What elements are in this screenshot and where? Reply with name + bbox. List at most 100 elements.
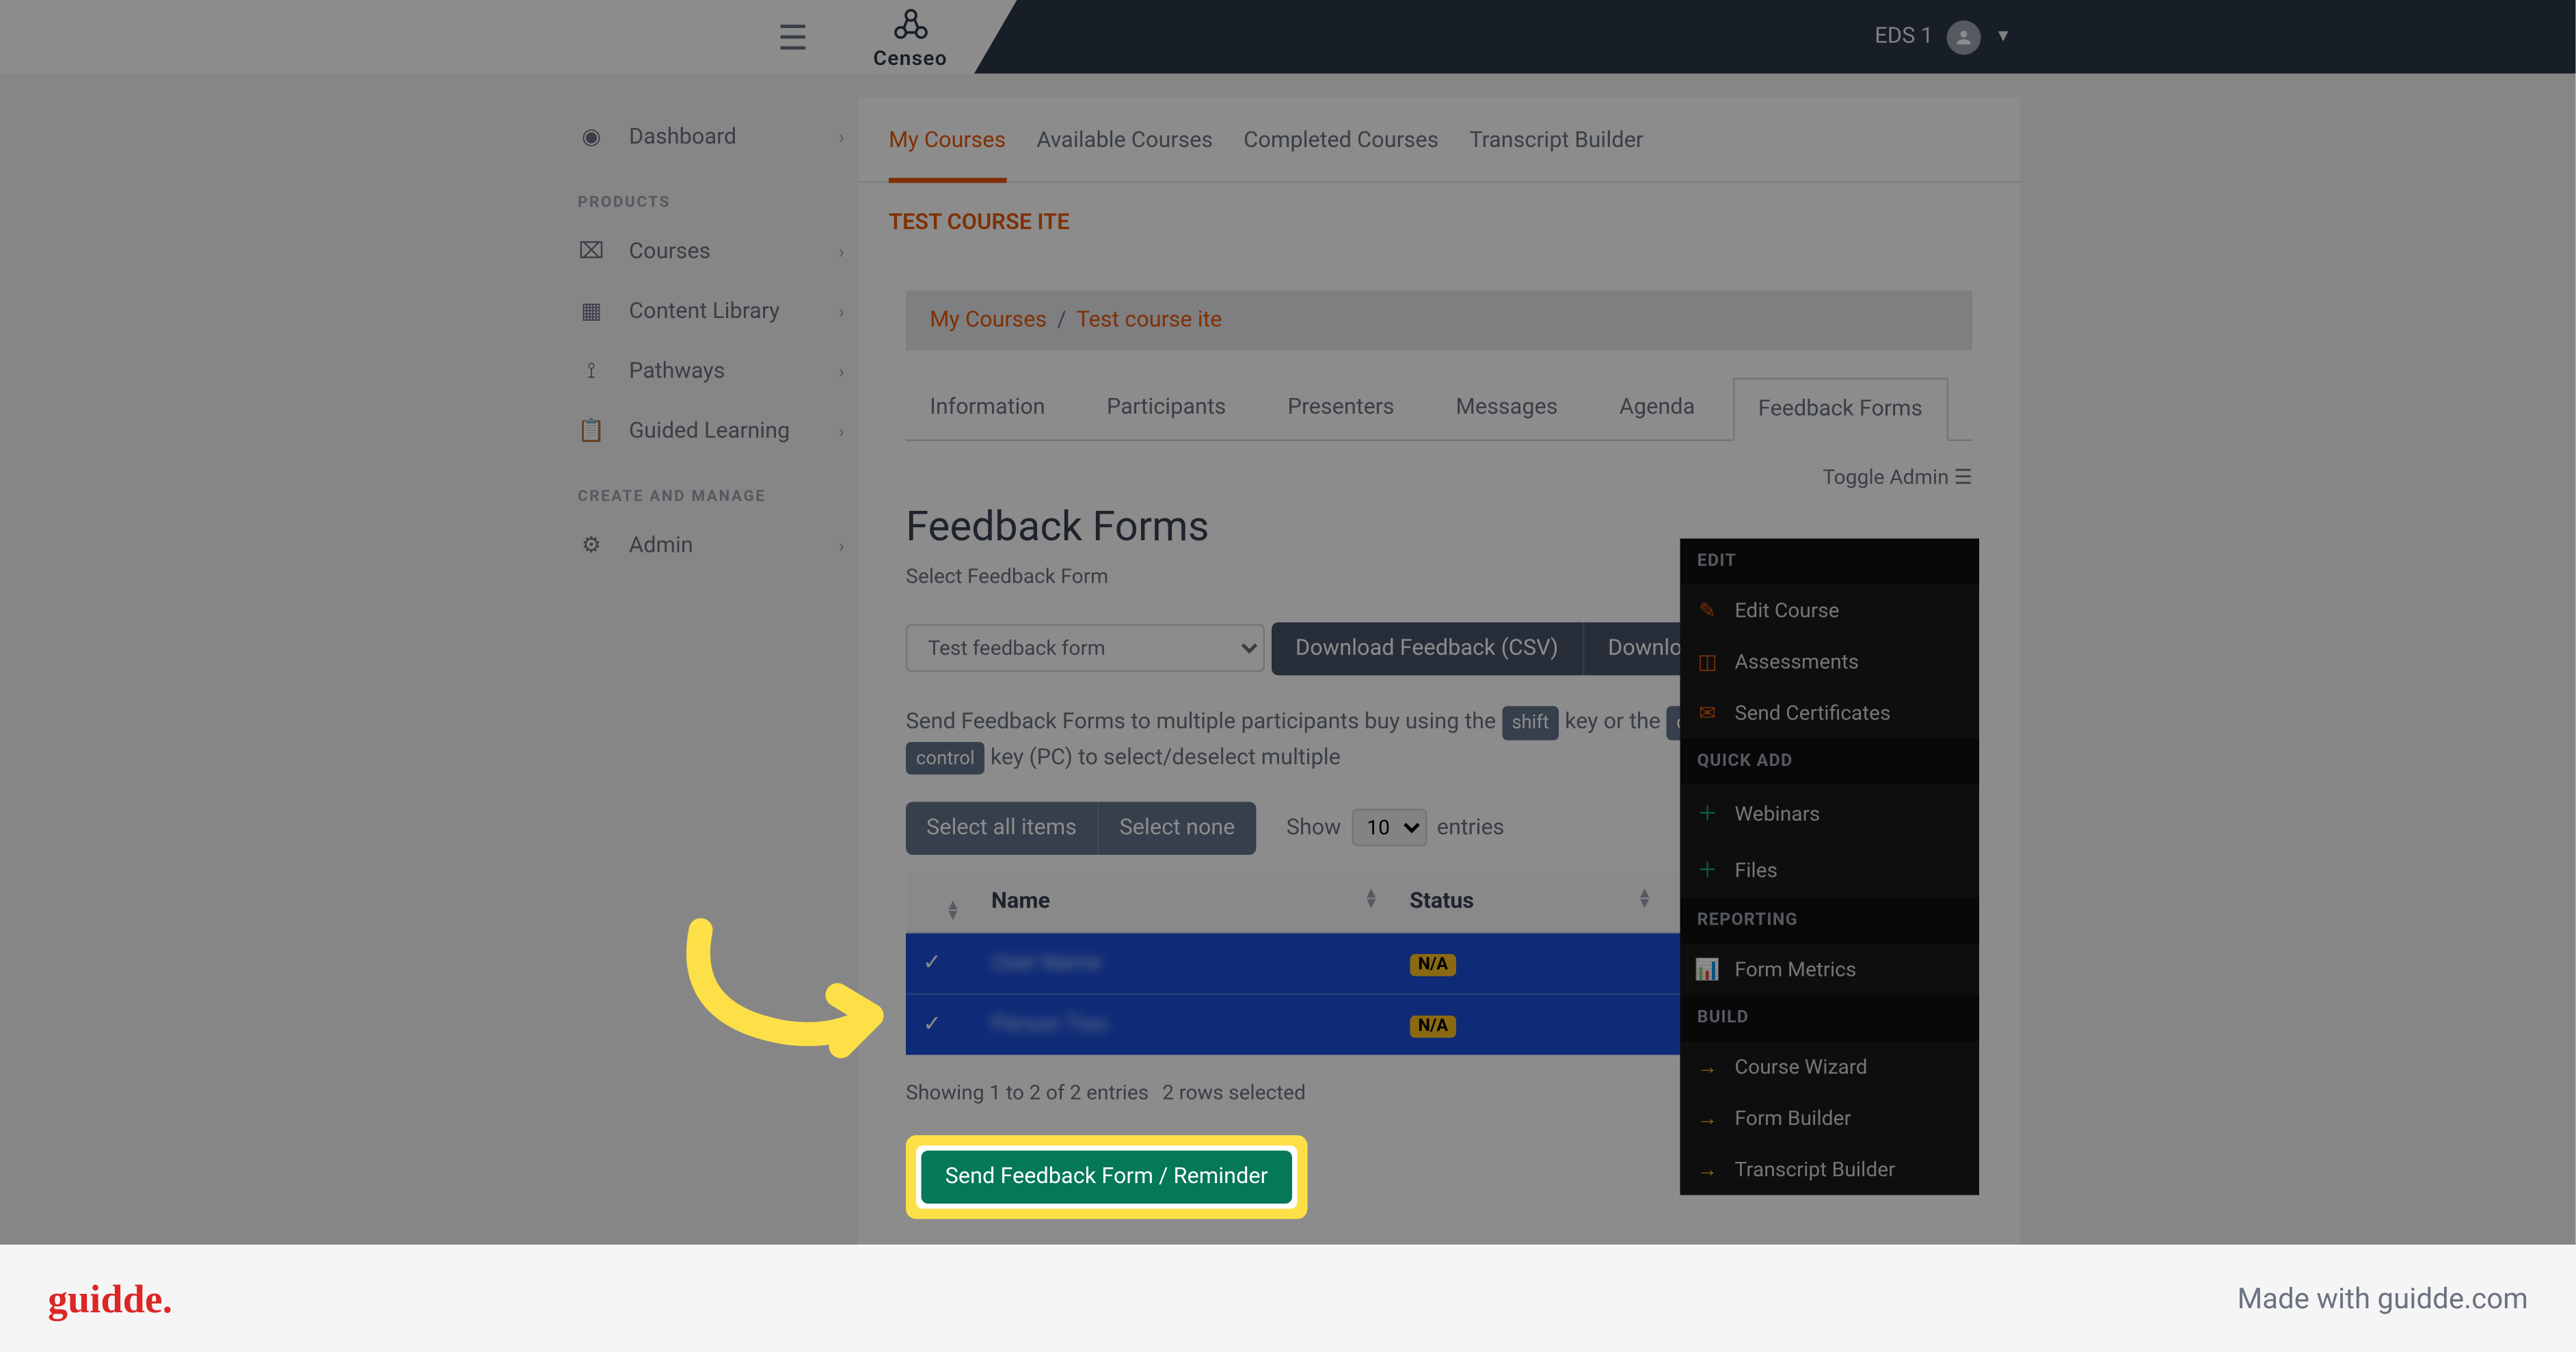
sidebar-section-create: CREATE AND MANAGE	[564, 462, 858, 516]
gauge-icon: ◉	[578, 125, 605, 151]
check-icon: ✓	[923, 1011, 941, 1037]
course-title: TEST COURSE ITE	[858, 183, 2020, 264]
sidebar-item-courses[interactable]: ⌧ Courses ›	[564, 222, 858, 282]
sidebar-section-products: PRODUCTS	[564, 168, 858, 222]
sidebar-label: Admin	[629, 533, 815, 559]
topbar: ☰ Censeo EDS 1 ▼	[0, 0, 2576, 74]
send-button-highlight: Send Feedback Form / Reminder	[906, 1135, 1307, 1219]
admin-panel: EDIT ✎Edit Course ◫Assessments ✉Send Cer…	[1680, 539, 1980, 1195]
arrow-right-icon: →	[1698, 1055, 1718, 1079]
select-all-button[interactable]: Select all items	[906, 801, 1097, 854]
sidebar-label: Content Library	[629, 300, 815, 326]
brand-logo[interactable]: Censeo	[873, 4, 948, 69]
plus-icon: ＋	[1698, 799, 1718, 828]
chevron-right-icon: ›	[839, 535, 844, 558]
inner-tabs: Information Participants Presenters Mess…	[906, 378, 1972, 442]
rows-selected: 2 rows selected	[1162, 1081, 1306, 1104]
sidebar-item-dashboard[interactable]: ◉ Dashboard ›	[564, 108, 858, 168]
admin-section-quick-add: QUICK ADD	[1680, 739, 1980, 785]
col-status: Status▲▼	[1393, 871, 1666, 932]
tab-presenters[interactable]: Presenters	[1263, 378, 1418, 440]
guidde-footer: guidde. Made with guidde.com	[0, 1245, 2576, 1352]
certificate-icon: ✉	[1698, 701, 1718, 725]
top-tabs: My Courses Available Courses Completed C…	[858, 98, 2020, 183]
sidebar-item-content-library[interactable]: ▦ Content Library ›	[564, 282, 858, 343]
admin-assessments[interactable]: ◫Assessments	[1680, 636, 1980, 687]
feedback-form-select[interactable]: Test feedback form	[906, 624, 1265, 672]
sidebar-label: Pathways	[629, 359, 815, 385]
main-panel: My Courses Available Courses Completed C…	[858, 98, 2020, 1246]
selection-buttons: Select all items Select none	[906, 801, 1256, 854]
check-icon: ✓	[923, 950, 941, 976]
brand-text: Censeo	[873, 45, 948, 69]
tab-completed[interactable]: Completed Courses	[1244, 129, 1438, 182]
admin-section-edit: EDIT	[1680, 539, 1980, 585]
participant-name: User Name	[991, 950, 1101, 976]
tab-agenda[interactable]: Agenda	[1596, 378, 1719, 440]
sidebar-item-admin[interactable]: ⚙ Admin ›	[564, 516, 858, 576]
admin-files[interactable]: ＋Files	[1680, 841, 1980, 898]
admin-webinars[interactable]: ＋Webinars	[1680, 785, 1980, 842]
plus-icon: ＋	[1698, 855, 1718, 884]
status-badge: N/A	[1410, 953, 1457, 976]
sidebar-label: Courses	[629, 239, 815, 265]
user-menu[interactable]: EDS 1 ▼	[1875, 20, 2011, 54]
path-icon: ⟟	[578, 359, 605, 385]
arrow-right-icon: →	[1698, 1106, 1718, 1130]
chevron-down-icon: ▼	[1995, 27, 2012, 47]
admin-form-builder[interactable]: →Form Builder	[1680, 1093, 1980, 1144]
monitor-icon: ⌧	[578, 239, 605, 265]
hamburger-icon[interactable]: ☰	[778, 16, 809, 57]
status-badge: N/A	[1410, 1015, 1457, 1037]
sort-icon[interactable]: ▲▼	[1637, 888, 1652, 909]
edit-icon: ✎	[1698, 598, 1718, 622]
arrow-right-icon: →	[1698, 1158, 1718, 1182]
chevron-right-icon: ›	[839, 301, 844, 323]
chevron-right-icon: ›	[839, 361, 844, 384]
tab-messages[interactable]: Messages	[1432, 378, 1582, 440]
chevron-right-icon: ›	[839, 127, 844, 149]
show-entries: Show 10 entries	[1287, 809, 1505, 847]
admin-edit-course[interactable]: ✎Edit Course	[1680, 585, 1980, 636]
send-feedback-button[interactable]: Send Feedback Form / Reminder	[922, 1150, 1292, 1203]
sidebar: ◉ Dashboard › PRODUCTS ⌧ Courses › ▦ Con…	[564, 74, 858, 1246]
tab-my-courses[interactable]: My Courses	[889, 129, 1006, 183]
entries-select[interactable]: 10	[1352, 809, 1427, 847]
avatar-icon	[1947, 20, 1981, 54]
admin-course-wizard[interactable]: →Course Wizard	[1680, 1042, 1980, 1093]
admin-section-reporting: REPORTING	[1680, 898, 1980, 944]
kbd-control: control	[906, 741, 985, 775]
admin-send-certificates[interactable]: ✉Send Certificates	[1680, 687, 1980, 739]
sidebar-item-guided-learning[interactable]: 📋 Guided Learning ›	[564, 402, 858, 462]
breadcrumb: My Courses/Test course ite	[906, 291, 1972, 351]
tab-participants[interactable]: Participants	[1083, 378, 1250, 440]
download-csv-button[interactable]: Download Feedback (CSV)	[1272, 622, 1583, 676]
breadcrumb-current: Test course ite	[1077, 308, 1222, 334]
clipboard-icon: 📋	[578, 419, 605, 445]
user-name: EDS 1	[1875, 24, 1933, 50]
col-name: Name▲▼	[974, 871, 1393, 932]
gear-icon: ⚙	[578, 533, 605, 559]
sidebar-item-pathways[interactable]: ⟟ Pathways ›	[564, 342, 858, 402]
made-with-text: Made with guidde.com	[2238, 1282, 2528, 1316]
guidde-logo: guidde.	[48, 1276, 172, 1322]
select-none-button[interactable]: Select none	[1097, 801, 1256, 854]
tab-transcript[interactable]: Transcript Builder	[1469, 129, 1643, 182]
chevron-right-icon: ›	[839, 241, 844, 264]
tab-information[interactable]: Information	[906, 378, 1069, 440]
sort-icon[interactable]: ▲▼	[945, 901, 961, 922]
breadcrumb-root[interactable]: My Courses	[930, 308, 1047, 334]
sort-icon[interactable]: ▲▼	[1364, 888, 1379, 909]
showing-entries: Showing 1 to 2 of 2 entries	[906, 1081, 1149, 1104]
chevron-right-icon: ›	[839, 421, 844, 443]
chart-icon: ◫	[1698, 650, 1718, 674]
tab-feedback-forms[interactable]: Feedback Forms	[1732, 378, 1948, 442]
admin-transcript-builder[interactable]: →Transcript Builder	[1680, 1144, 1980, 1195]
tab-available[interactable]: Available Courses	[1036, 129, 1213, 182]
toggle-admin[interactable]: Toggle Admin ☰	[906, 465, 1972, 489]
sidebar-label: Guided Learning	[629, 419, 815, 445]
participant-name: Person Two	[991, 1011, 1108, 1037]
sidebar-label: Dashboard	[629, 125, 815, 151]
admin-form-metrics[interactable]: 📊Form Metrics	[1680, 944, 1980, 995]
book-icon: ▦	[578, 300, 605, 326]
